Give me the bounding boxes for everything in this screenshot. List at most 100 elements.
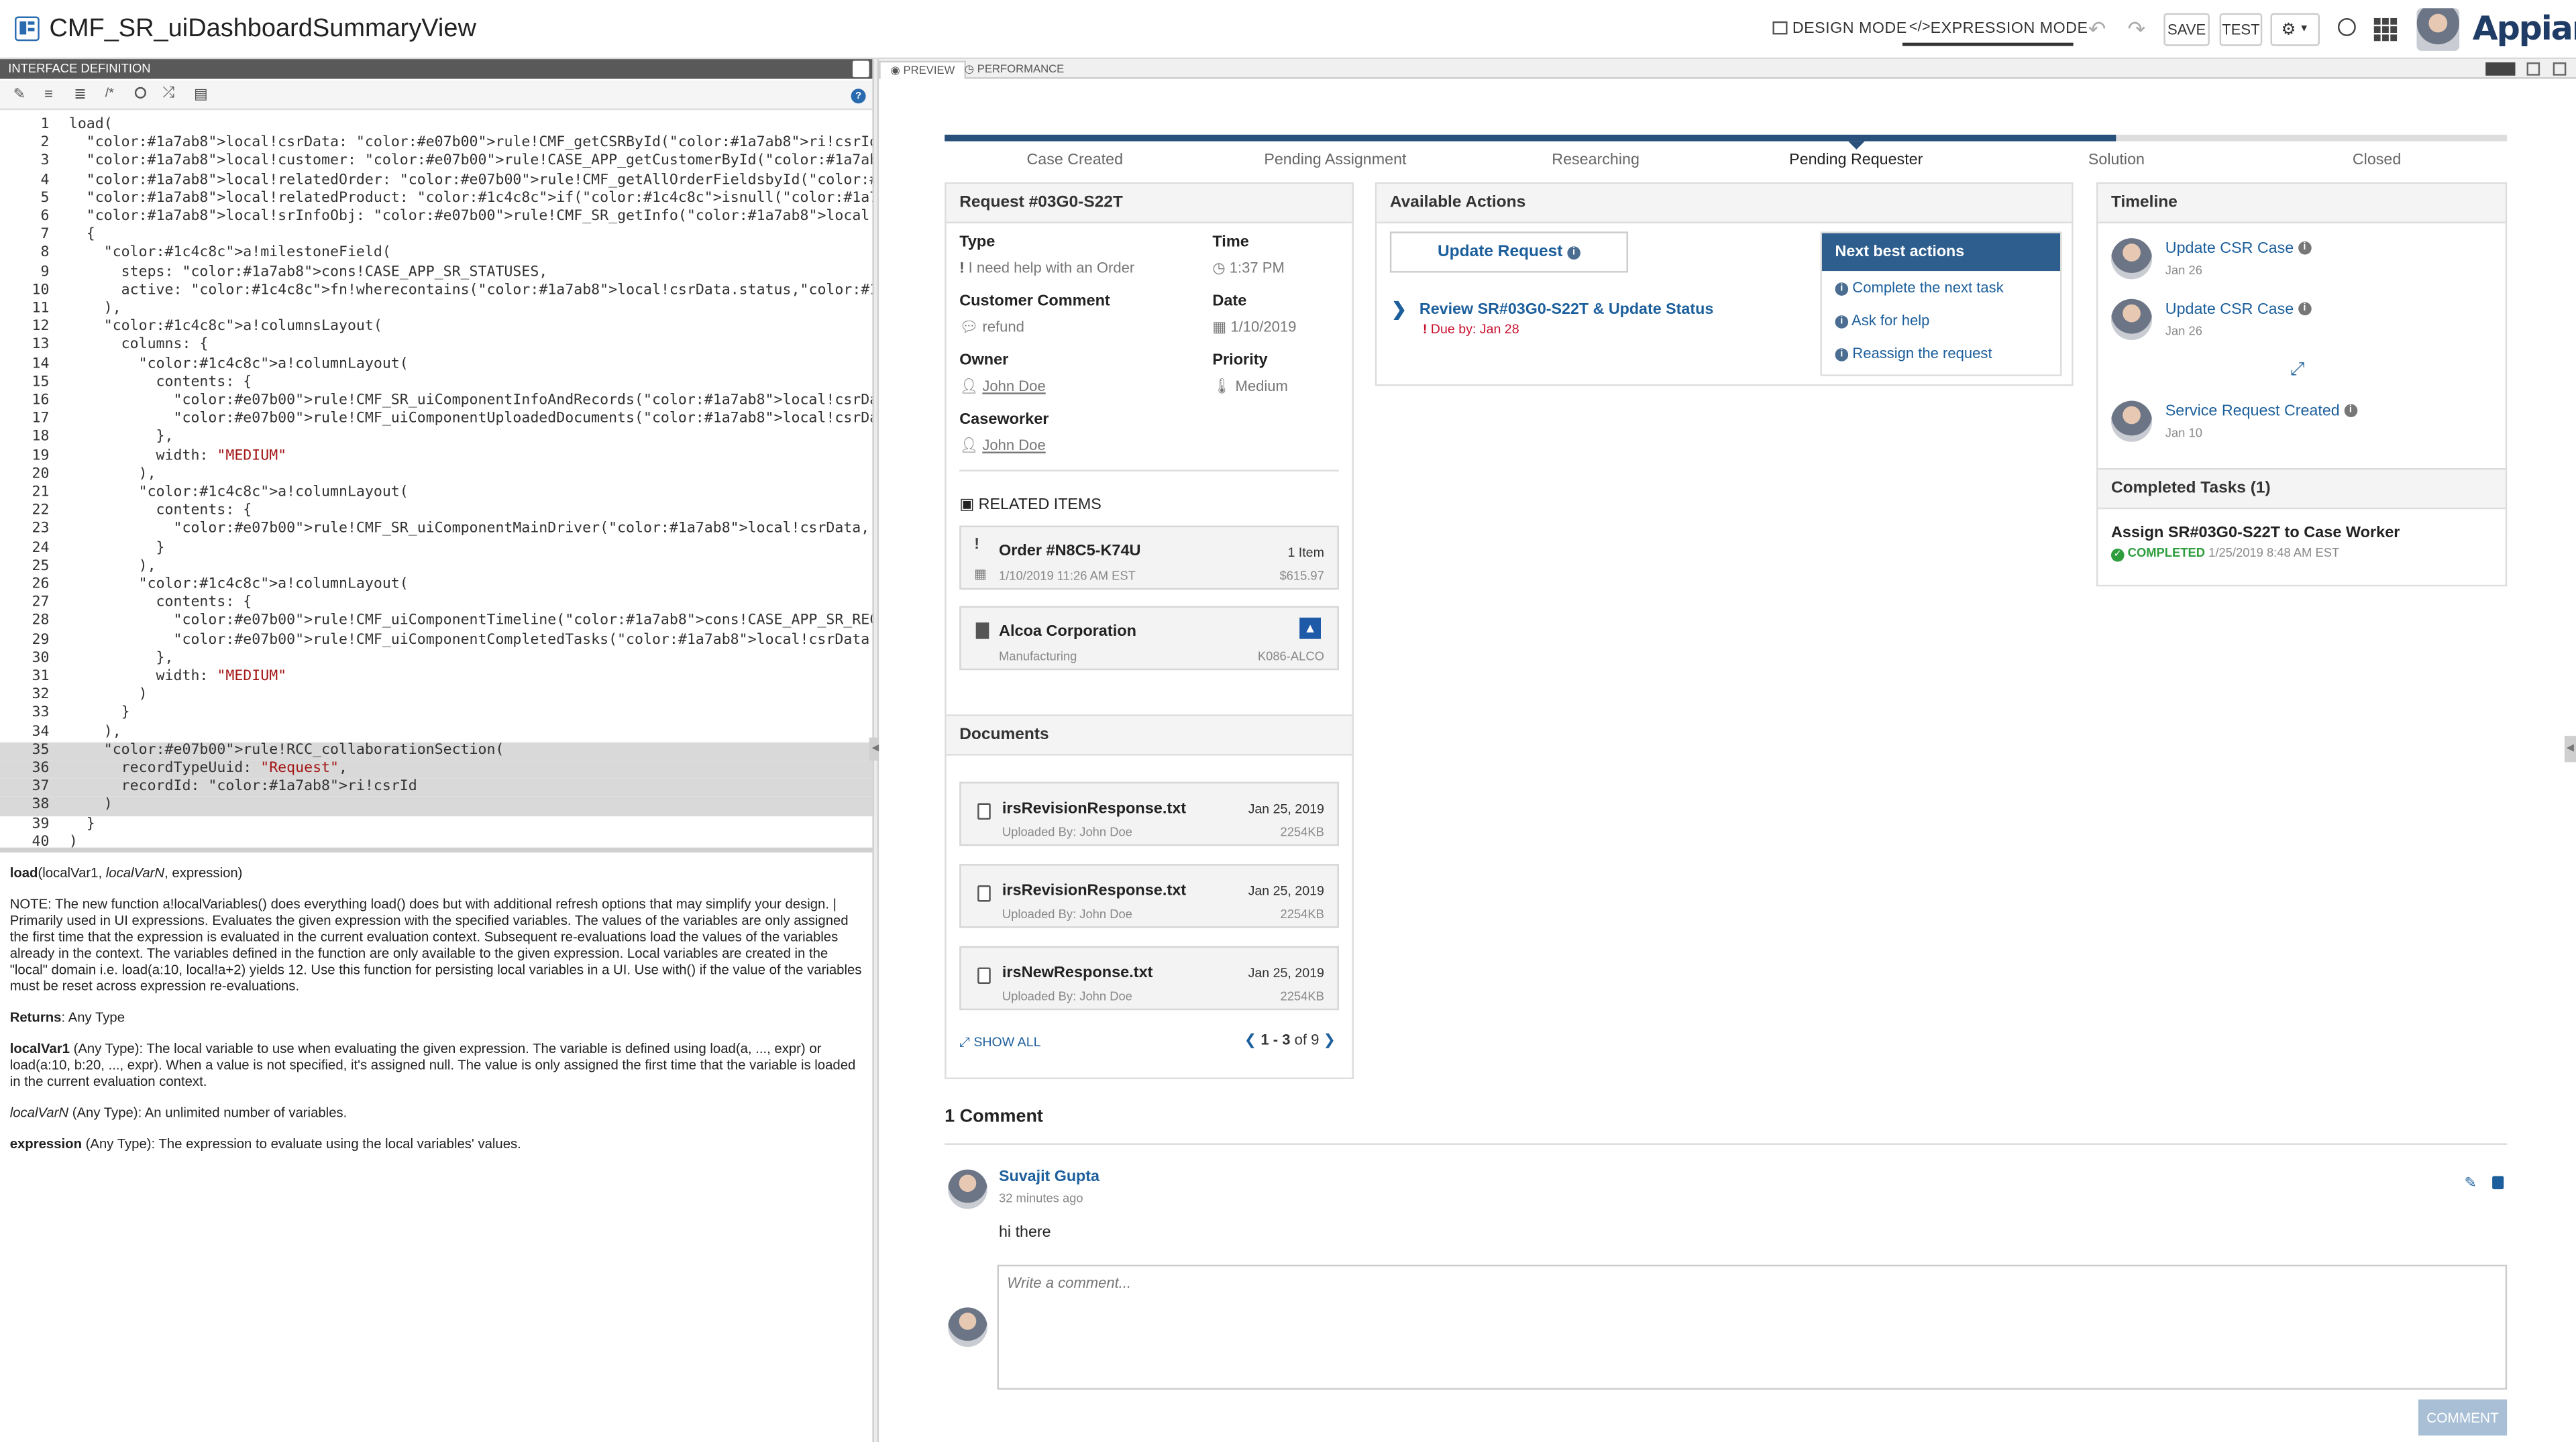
code-line[interactable]: 26 "color:#1c4c8c">a!columnLayout( [0, 577, 872, 595]
document-item[interactable]: irsRevisionResponse.txt Jan 25, 2019 Uploa… [959, 864, 1339, 928]
save-button[interactable]: SAVE [2163, 13, 2210, 46]
code-line[interactable]: 40) [0, 834, 872, 848]
code-line[interactable]: 25 ), [0, 558, 872, 576]
settings-dropdown[interactable]: ⚙ ▼ [2270, 13, 2320, 46]
code-line[interactable]: 7 { [0, 227, 872, 245]
code-text[interactable]: contents: { [69, 595, 252, 613]
code-line[interactable]: 5 "color:#1a7ab8">local!relatedProduct: … [0, 190, 872, 209]
user-avatar[interactable] [2416, 8, 2460, 51]
code-text[interactable]: }, [69, 650, 174, 668]
edit-comment-icon[interactable]: ✎ [2464, 1174, 2476, 1193]
tab-preview[interactable]: ◉ PREVIEW [879, 60, 967, 79]
panel-splitter[interactable]: ◀ [869, 59, 883, 1442]
expression-mode-link[interactable]: EXPRESSION MODE [1931, 19, 2088, 38]
code-text[interactable]: { [69, 227, 95, 245]
search-objects-icon[interactable] [2337, 17, 2356, 36]
code-text[interactable]: recordId: "color:#1a7ab8">ri!csrId [69, 779, 417, 797]
code-line[interactable]: 22 contents: { [0, 503, 872, 521]
code-line[interactable]: 29 "color:#e07b00">rule!CMF_uiComponentC… [0, 632, 873, 650]
redo-icon[interactable]: ↷ [2127, 16, 2145, 42]
code-line[interactable]: 24 } [0, 540, 872, 558]
help-icon[interactable]: ? [851, 89, 866, 104]
next-best-action-item[interactable]: i Reassign the request [1822, 337, 2060, 370]
design-mode-link[interactable]: DESIGN MODE [1792, 19, 1907, 38]
code-line[interactable]: 11 ), [0, 300, 872, 319]
code-line[interactable]: 21 "color:#1c4c8c">a!columnLayout( [0, 484, 872, 502]
format-icon[interactable]: ✎ [13, 85, 25, 103]
completed-task-title[interactable]: Assign SR#03G0-S22T to Case Worker [2111, 524, 2400, 542]
code-line[interactable]: 1 load( [0, 117, 872, 135]
code-text[interactable]: width: "MEDIUM" [69, 448, 287, 466]
code-line[interactable]: 37 recordId: "color:#1a7ab8">ri!csrId [0, 779, 873, 797]
code-line[interactable]: 31 width: "MEDIUM" [0, 669, 872, 687]
code-line[interactable]: 14 "color:#1c4c8c">a!columnLayout( [0, 355, 872, 374]
code-text[interactable]: "color:#1a7ab8">local!customer: "color:#… [69, 154, 873, 172]
document-name[interactable]: irsRevisionResponse.txt [1002, 882, 1186, 900]
code-line[interactable]: 36 recordTypeUuid: "Request", [0, 760, 873, 779]
code-text[interactable]: ) [69, 797, 113, 816]
collapse-panel-icon[interactable] [853, 60, 869, 78]
code-line[interactable]: 32 ) [0, 687, 872, 705]
code-text[interactable]: "color:#1c4c8c">a!milestoneField( [69, 245, 391, 264]
code-line[interactable]: 15 contents: { [0, 374, 872, 392]
outdent-icon[interactable]: ≣ [74, 85, 86, 103]
code-text[interactable]: ) [69, 834, 78, 848]
expand-timeline-icon[interactable]: ⤢ [2290, 359, 2305, 381]
code-text[interactable]: width: "MEDIUM" [69, 669, 287, 687]
caseworker-value[interactable]: 👤︎ John Doe [959, 437, 1045, 455]
code-text[interactable]: active: "color:#1c4c8c">fn!wherecontains… [69, 282, 873, 300]
comment-button[interactable]: COMMENT [2418, 1399, 2508, 1436]
test-button[interactable]: TEST [2219, 13, 2263, 46]
code-text[interactable]: columns: { [69, 337, 209, 355]
code-line[interactable]: 4 "color:#1a7ab8">local!relatedOrder: "c… [0, 172, 872, 190]
next-best-action-item[interactable]: i Ask for help [1822, 304, 2060, 337]
code-text[interactable]: ), [69, 724, 121, 742]
code-line[interactable]: 16 "color:#e07b00">rule!CMF_SR_uiCompone… [0, 392, 873, 410]
code-text[interactable]: } [69, 540, 165, 558]
code-line[interactable]: 35 "color:#e07b00">rule!RCC_collaboratio… [0, 742, 873, 761]
chevron-right-icon[interactable]: ❯ [1391, 299, 1407, 320]
delete-comment-icon[interactable] [2492, 1176, 2504, 1190]
owner-value[interactable]: 👤︎ John Doe [959, 378, 1045, 396]
code-text[interactable]: contents: { [69, 374, 252, 392]
code-text[interactable]: "color:#1a7ab8">local!srInfoObj: "color:… [69, 209, 873, 227]
code-text[interactable]: "color:#e07b00">rule!CMF_SR_uiComponentM… [69, 521, 873, 539]
code-line[interactable]: 10 active: "color:#1c4c8c">fn!whereconta… [0, 282, 873, 300]
code-line[interactable]: 18 }, [0, 429, 872, 447]
code-text[interactable]: "color:#e07b00">rule!CMF_uiComponentUplo… [69, 411, 873, 429]
code-line[interactable]: 20 ), [0, 466, 872, 484]
related-order-item[interactable]: ! Order #N8C5-K74U 1 Item ▦ 1/10/2019 11… [959, 525, 1339, 590]
code-line[interactable]: 17 "color:#e07b00">rule!CMF_uiComponentU… [0, 411, 873, 429]
code-text[interactable]: steps: "color:#1a7ab8">cons!CASE_APP_SR_… [69, 264, 548, 282]
code-text[interactable]: contents: { [69, 503, 252, 521]
code-line[interactable]: 13 columns: { [0, 337, 872, 355]
right-edge-arrow-icon[interactable]: ◀ [2564, 736, 2576, 763]
next-page-icon[interactable]: ❯ [1319, 1032, 1336, 1048]
code-line[interactable]: 9 steps: "color:#1a7ab8">cons!CASE_APP_S… [0, 264, 872, 282]
replace-icon[interactable]: ⤮ [162, 84, 174, 102]
code-text[interactable]: "color:#e07b00">rule!CMF_uiComponentComp… [69, 632, 873, 650]
design-mode-icon[interactable] [1772, 21, 1788, 35]
code-text[interactable]: recordTypeUuid: "Request", [69, 761, 347, 779]
code-line[interactable]: 3 "color:#1a7ab8">local!customer: "color… [0, 154, 872, 172]
find-icon[interactable] [134, 87, 146, 99]
code-text[interactable]: "color:#1c4c8c">a!columnsLayout( [69, 319, 382, 337]
show-all-link[interactable]: ⤢ SHOW ALL [959, 1035, 1040, 1051]
code-text[interactable]: ), [69, 466, 156, 484]
code-text[interactable]: } [69, 816, 95, 834]
code-text[interactable]: ), [69, 558, 156, 576]
document-name[interactable]: irsNewResponse.txt [1002, 964, 1153, 983]
code-line[interactable]: 12 "color:#1c4c8c">a!columnsLayout( [0, 319, 872, 337]
code-line[interactable]: 33 } [0, 706, 872, 724]
code-line[interactable]: 23 "color:#e07b00">rule!CMF_SR_uiCompone… [0, 521, 872, 539]
code-text[interactable]: "color:#e07b00">rule!RCC_collaborationSe… [69, 742, 504, 760]
code-text[interactable]: ), [69, 300, 121, 319]
review-task-link[interactable]: Review SR#03G0-S22T & Update Status [1419, 300, 1713, 319]
code-line[interactable]: 8 "color:#1c4c8c">a!milestoneField( [0, 245, 872, 264]
expand-icon[interactable] [2553, 62, 2567, 76]
update-request-button[interactable]: Update Request i [1389, 231, 1628, 273]
code-line[interactable]: 2 "color:#1a7ab8">local!csrData: "color:… [0, 135, 872, 153]
code-line[interactable]: 6 "color:#1a7ab8">local!srInfoObj: "colo… [0, 209, 872, 227]
code-editor[interactable]: 1 load(2 "color:#1a7ab8">local!csrData: "… [0, 110, 873, 848]
code-text[interactable]: load( [69, 117, 113, 135]
